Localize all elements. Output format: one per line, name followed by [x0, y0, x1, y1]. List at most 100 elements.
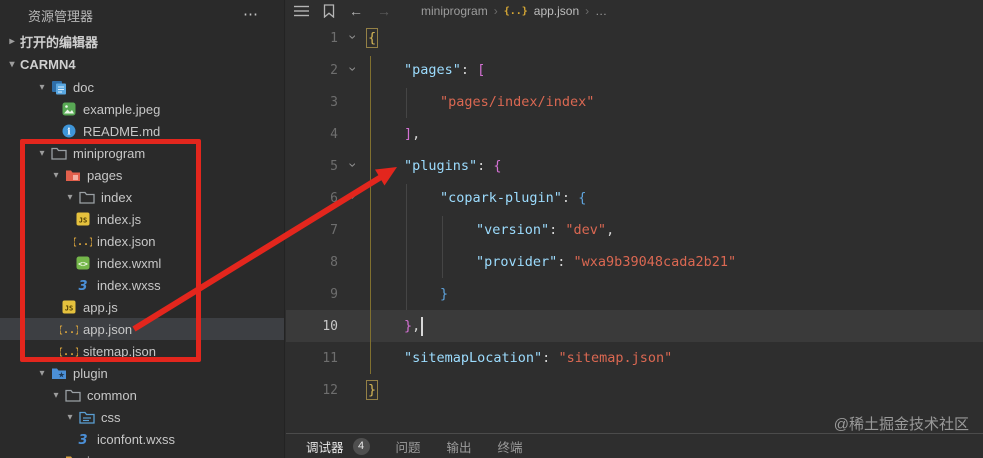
- code-line-7[interactable]: 7 "version": "dev",: [286, 214, 983, 246]
- breadcrumb-tail[interactable]: …: [595, 4, 607, 18]
- fold-chevron-icon[interactable]: ›: [345, 163, 361, 168]
- section-open-editors[interactable]: ▸ 打开的编辑器: [0, 30, 284, 53]
- folder-css-icon: [78, 409, 96, 425]
- chevron-down-icon[interactable]: ▾: [62, 192, 78, 203]
- tree-item-miniprogram[interactable]: ▾ miniprogram: [0, 142, 284, 164]
- tree-item-plugin[interactable]: ▾ ★ plugin: [0, 362, 284, 384]
- chevron-down-icon[interactable]: ▾: [62, 412, 78, 423]
- tree-item-app.js[interactable]: JS app.js: [0, 296, 284, 318]
- chevron-down-icon[interactable]: ▾: [48, 390, 64, 401]
- tree-item-app.json[interactable]: {..} app.json: [0, 318, 284, 340]
- tree-item-label: index.wxss: [97, 277, 161, 293]
- breadcrumb-folder[interactable]: miniprogram: [421, 4, 488, 18]
- tree-item-label: plugin: [73, 365, 108, 381]
- panel-tab-终端[interactable]: 终端: [498, 437, 523, 456]
- chevron-down-icon[interactable]: ▾: [34, 148, 50, 159]
- folder-js-icon: [64, 453, 82, 458]
- chevron-down-icon: ▾: [9, 59, 15, 70]
- code-line-5[interactable]: 5 › "plugins": {: [286, 150, 983, 182]
- token: {: [578, 190, 587, 206]
- token: "dev": [565, 222, 607, 238]
- code-line-1[interactable]: 1 › {: [286, 22, 983, 54]
- panel-tab-输出[interactable]: 输出: [447, 437, 472, 456]
- svg-text:<>: <>: [78, 259, 88, 268]
- fold-area: ›: [338, 189, 368, 207]
- panel-tab-调试器[interactable]: 调试器 4: [306, 437, 370, 456]
- chevron-right-icon: ▸: [9, 36, 15, 47]
- chevron-down-icon[interactable]: ▾: [34, 82, 50, 93]
- tree-item-iconfont.wxss[interactable]: 3 iconfont.wxss: [0, 428, 284, 450]
- tree-item-label: app.js: [83, 299, 118, 315]
- tree-item-index.wxss[interactable]: 3 index.wxss: [0, 274, 284, 296]
- code-line-8[interactable]: 8 "provider": "wxa9b39048cada2b21": [286, 246, 983, 278]
- line-number: 7: [330, 222, 338, 238]
- tree-item-label: example.jpeg: [83, 101, 161, 117]
- tree-item-label: app.json: [83, 321, 133, 337]
- code-text: "sitemapLocation": "sitemap.json": [368, 350, 672, 366]
- tree-item-label: sitemap.json: [83, 343, 156, 359]
- code-line-11[interactable]: 11 "sitemapLocation": "sitemap.json": [286, 342, 983, 374]
- explorer-header: 资源管理器 ⋯: [0, 0, 284, 30]
- code-line-4[interactable]: 4],: [286, 118, 983, 150]
- fold-chevron-icon[interactable]: ›: [345, 67, 361, 72]
- token: :: [557, 254, 574, 270]
- tree-item-index.js[interactable]: JS index.js: [0, 208, 284, 230]
- tree-item-label: common: [87, 387, 137, 403]
- forward-arrow-icon[interactable]: →: [377, 3, 391, 19]
- wxss-icon: 3: [74, 431, 92, 447]
- tree-item-index[interactable]: ▾ index: [0, 186, 284, 208]
- code-area[interactable]: 1 ›{2 › "pages": [3 "pages/index/index" 4], 5 ›…: [286, 22, 983, 406]
- fold-chevron-icon[interactable]: ›: [345, 195, 361, 200]
- tree-item-README.md[interactable]: i README.md: [0, 120, 284, 142]
- tab-count-badge: 4: [352, 437, 370, 455]
- section-workspace[interactable]: ▾ CARMN4: [0, 53, 284, 76]
- breadcrumb-file[interactable]: app.json: [534, 4, 579, 18]
- explorer-title: 资源管理器: [28, 8, 94, 24]
- code-line-9[interactable]: 9}: [286, 278, 983, 310]
- panel-tab-问题[interactable]: 问题: [396, 437, 421, 456]
- tree-item-js[interactable]: ▾js: [0, 450, 284, 458]
- code-text: "plugins": {: [368, 158, 502, 174]
- token: :: [460, 62, 478, 78]
- token: :: [477, 158, 494, 174]
- chevron-down-icon[interactable]: ▾: [34, 368, 50, 379]
- svg-text:3: 3: [78, 279, 87, 292]
- ide-window: 资源管理器 ⋯ ▸ 打开的编辑器 ▾ CARMN4 ▾ doc example.jp…: [0, 0, 983, 458]
- code-line-6[interactable]: 6 › "copark-plugin": {: [286, 182, 983, 214]
- code-line-2[interactable]: 2 › "pages": [: [286, 54, 983, 86]
- tree-item-index.json[interactable]: {..} index.json: [0, 230, 284, 252]
- file-tree: ▾ doc example.jpeg i README.md ▾ miniprogram ▾ p…: [0, 76, 284, 458]
- json-icon: {..}: [60, 343, 78, 359]
- tree-item-common[interactable]: ▾ common: [0, 384, 284, 406]
- back-arrow-icon[interactable]: ←: [349, 3, 363, 19]
- section-label: 打开的编辑器: [20, 35, 99, 50]
- menu-icon[interactable]: [294, 5, 309, 17]
- token: :: [542, 350, 559, 366]
- token: :: [561, 190, 579, 206]
- editor-pane: ← → miniprogram › {..} app.json › … 1 › {2…: [286, 0, 983, 458]
- fold-chevron-icon[interactable]: ›: [345, 35, 361, 40]
- line-number: 3: [330, 94, 338, 110]
- code-text: "pages/index/index": [368, 94, 594, 110]
- tree-item-css[interactable]: ▾ css: [0, 406, 284, 428]
- code-line-12[interactable]: 12}: [286, 374, 983, 406]
- code-line-3[interactable]: 3 "pages/index/index": [286, 86, 983, 118]
- tree-item-sitemap.json[interactable]: {..} sitemap.json: [0, 340, 284, 362]
- svg-text:{..}: {..}: [60, 325, 78, 336]
- line-number: 8: [330, 254, 338, 270]
- tree-item-index.wxml[interactable]: <> index.wxml: [0, 252, 284, 274]
- tree-item-pages[interactable]: ▾ pages: [0, 164, 284, 186]
- more-actions-icon[interactable]: ⋯: [243, 7, 260, 22]
- code-line-10[interactable]: 10},: [286, 310, 983, 342]
- token: "sitemap.json": [558, 350, 673, 366]
- js-icon: JS: [74, 211, 92, 227]
- tree-item-example.jpeg[interactable]: example.jpeg: [0, 98, 284, 120]
- line-number: 12: [322, 382, 338, 398]
- folder-icon: [50, 145, 68, 161]
- bookmark-icon[interactable]: [323, 4, 335, 18]
- chevron-down-icon[interactable]: ▾: [48, 170, 64, 181]
- token: :: [549, 222, 566, 238]
- code-text: },: [368, 316, 424, 336]
- code-text: ],: [368, 126, 420, 142]
- tree-item-doc[interactable]: ▾ doc: [0, 76, 284, 98]
